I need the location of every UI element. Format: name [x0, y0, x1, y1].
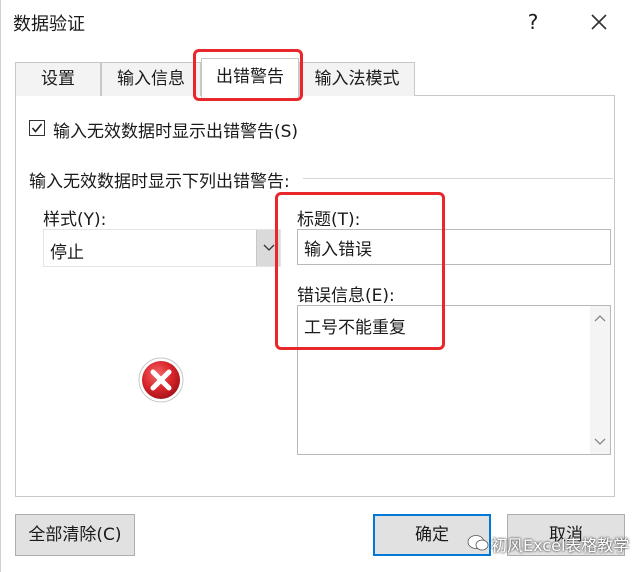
message-scrollbar[interactable]: [590, 306, 610, 454]
alert-title-input[interactable]: [297, 229, 611, 265]
style-label: 样式(Y):: [43, 210, 107, 230]
data-validation-dialog: 数据验证 ? 设置 输入信息 出错警告 输入法模式 输入无效数据时显示出错警告(…: [0, 0, 640, 572]
watermark-text: 初风Excel表格教学: [491, 536, 630, 555]
wechat-icon: [467, 535, 489, 551]
error-message-label: 错误信息(E):: [297, 286, 395, 306]
alert-title-label: 标题(T):: [297, 210, 361, 230]
show-error-label[interactable]: 输入无效数据时显示出错警告(S): [53, 117, 298, 142]
checkmark-icon: [31, 123, 43, 133]
error-stop-icon: [138, 357, 184, 403]
help-button[interactable]: ?: [515, 6, 551, 38]
close-button[interactable]: [581, 6, 617, 38]
window-title: 数据验证: [13, 14, 85, 35]
clear-all-button[interactable]: 全部清除(C): [15, 514, 135, 556]
style-value: 停止: [50, 243, 84, 263]
error-message-textarea[interactable]: 工号不能重复: [297, 305, 611, 455]
section-divider: [303, 178, 613, 179]
section-label: 输入无效数据时显示下列出错警告:: [29, 172, 290, 192]
tab-settings[interactable]: 设置: [15, 62, 101, 96]
dropdown-arrow-button[interactable]: [256, 230, 280, 266]
title-bar: 数据验证 ?: [1, 0, 640, 44]
scroll-up-icon[interactable]: [594, 314, 606, 322]
tab-ime-mode[interactable]: 输入法模式: [299, 62, 415, 96]
scroll-down-icon[interactable]: [594, 438, 606, 446]
style-dropdown[interactable]: 停止: [43, 229, 281, 267]
tab-bar: 设置 输入信息 出错警告 输入法模式: [15, 58, 615, 98]
chevron-down-icon: [263, 244, 275, 251]
error-message-text: 工号不能重复: [304, 318, 406, 338]
close-icon: [591, 14, 607, 30]
tab-error-alert[interactable]: 出错警告: [201, 58, 299, 98]
tab-input-message[interactable]: 输入信息: [101, 62, 201, 96]
show-error-checkbox[interactable]: [29, 120, 45, 136]
